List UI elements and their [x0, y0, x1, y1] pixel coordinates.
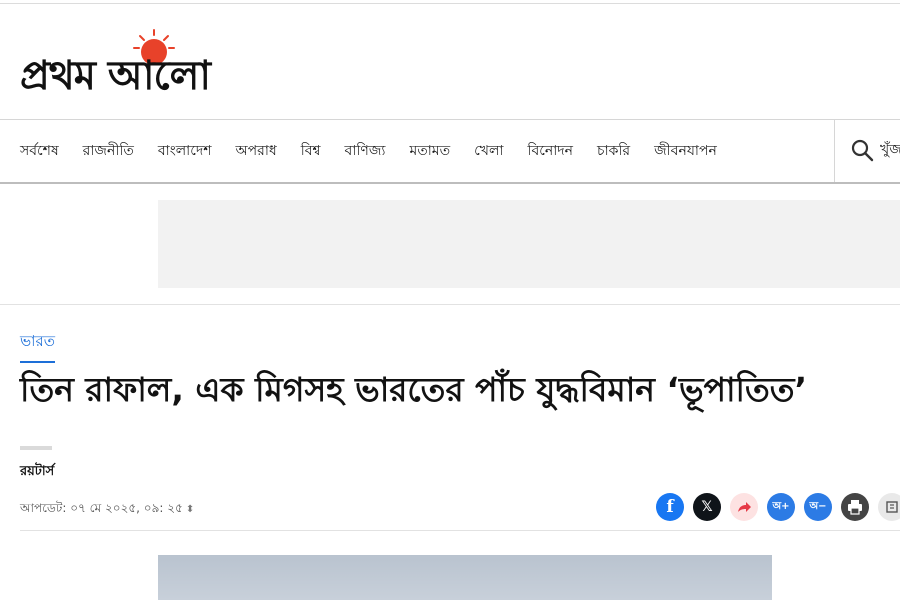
nav-items: সর্বশেষ রাজনীতি বাংলাদেশ অপরাধ বিশ্ব বাণ… — [20, 120, 741, 182]
nav-item-crime[interactable]: অপরাধ — [235, 139, 300, 163]
share-button[interactable] — [730, 493, 758, 521]
nav-item-opinion[interactable]: মতামত — [409, 139, 474, 163]
facebook-share-button[interactable]: f — [656, 493, 684, 521]
font-decrease-button[interactable]: অ− — [804, 493, 832, 521]
site-logo[interactable]: প্রথম আলো — [20, 28, 300, 99]
nav-item-lifestyle[interactable]: জীবনযাপন — [654, 139, 741, 163]
search-label: খুঁজ — [880, 142, 900, 158]
section-link[interactable]: ভারত — [20, 330, 56, 363]
share-bar: f 𝕏 অ+ অ− — [656, 493, 900, 521]
x-icon: 𝕏 — [701, 499, 713, 515]
nav-item-world[interactable]: বিশ্ব — [301, 139, 345, 163]
update-timestamp[interactable]: আপডেট: ০৭ মে ২০২৫, ০৯: ২৫ ⬍ — [20, 500, 194, 520]
font-increase-icon: অ+ — [772, 500, 790, 512]
nav-item-sports[interactable]: খেলা — [474, 139, 527, 163]
share-icon — [738, 502, 751, 512]
author-avatar-bar — [20, 446, 52, 450]
logo-wordmark: প্রথম আলো — [20, 52, 211, 99]
more-button[interactable] — [878, 493, 900, 521]
more-icon — [886, 501, 898, 513]
divider — [0, 304, 900, 305]
main-nav: সর্বশেষ রাজনীতি বাংলাদেশ অপরাধ বিশ্ব বাণ… — [0, 119, 900, 184]
print-icon — [848, 500, 862, 515]
masthead: প্রথম আলো — [0, 4, 900, 120]
sort-icon: ⬍ — [185, 504, 195, 515]
nav-divider — [834, 120, 835, 182]
nav-item-politics[interactable]: রাজনীতি — [83, 139, 158, 163]
print-button[interactable] — [841, 493, 869, 521]
facebook-icon: f — [666, 497, 674, 517]
search-icon — [851, 139, 874, 162]
ad-banner — [158, 200, 900, 288]
update-text: আপডেট: ০৭ মে ২০২৫, ০৯: ২৫ — [20, 501, 183, 515]
nav-item-latest[interactable]: সর্বশেষ — [20, 139, 83, 163]
nav-item-entertainment[interactable]: বিনোদন — [527, 139, 597, 163]
article-headline: তিন রাফাল, এক মিগসহ ভারতের পাঁচ যুদ্ধবিম… — [20, 370, 808, 409]
font-decrease-icon: অ− — [809, 500, 827, 512]
author-name[interactable]: রয়টার্স — [20, 462, 54, 483]
search-button[interactable]: খুঁজ — [850, 138, 900, 162]
nav-item-bangladesh[interactable]: বাংলাদেশ — [158, 139, 236, 163]
article-hero-image — [158, 555, 772, 600]
x-share-button[interactable]: 𝕏 — [693, 493, 721, 521]
nav-item-business[interactable]: বাণিজ্য — [345, 139, 410, 163]
divider — [20, 530, 900, 531]
nav-item-jobs[interactable]: চাকরি — [597, 139, 654, 163]
font-increase-button[interactable]: অ+ — [767, 493, 795, 521]
